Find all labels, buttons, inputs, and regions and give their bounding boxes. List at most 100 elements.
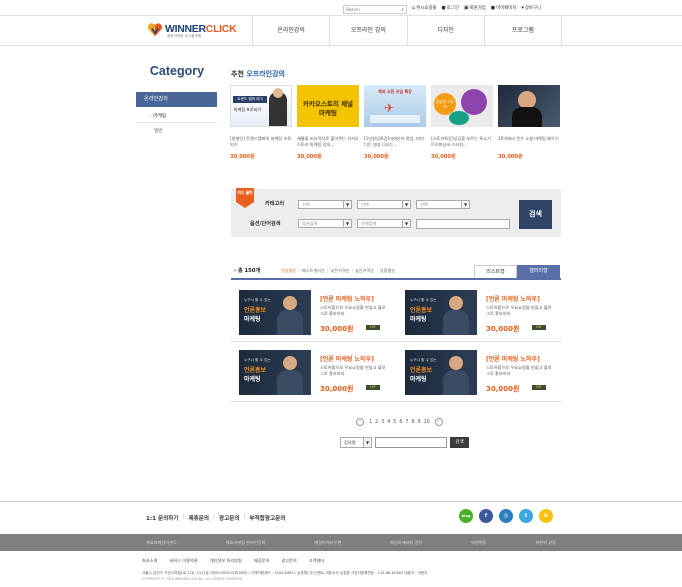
gnb-program[interactable]: 프로그램 [483, 16, 562, 46]
product-name[interactable]: [1인창업특강]미래온라 창업, 따라디든 영상 나오는... [364, 136, 426, 148]
course-thumbnail[interactable]: 누구나 할 수 있는 언론홍보 마케팅 [239, 350, 311, 395]
page-1[interactable]: 1 [369, 420, 372, 425]
footer-gray-link[interactable]: 위원위 광장 [535, 534, 556, 551]
footer-gray-link[interactable]: 위원위원 [471, 534, 486, 551]
footer-links: 1:1 문의하기 | 제휴문의 | 광고문의 | 부적합광고문의 [146, 514, 285, 522]
product-price: 30,000원 [498, 154, 523, 160]
sort-review[interactable]: 상품평순 [380, 268, 395, 274]
option-select[interactable]: 옵션검색 ▼ [298, 219, 352, 228]
course-card[interactable]: 누구나 할 수 있는 언론홍보 마케팅 [언론 마케팅 노하우] 스토어팜으로 … [397, 282, 562, 340]
page-8[interactable]: 8 [411, 420, 414, 425]
sidebar-subitem-general[interactable]: 일반 [154, 127, 163, 134]
top-link-cart[interactable]: ▾장바구니 [521, 5, 541, 11]
detail-search-button[interactable]: 검색 [519, 200, 552, 229]
category-select-1[interactable]: 선택 ▼ [298, 200, 352, 209]
gnb-online-course[interactable]: 온라인강의 [252, 16, 329, 46]
product-name[interactable]: 재롱을 비유적으로 풀어주는 카카오 스토리 마케팅 강의... [297, 136, 359, 148]
page-6[interactable]: 6 [399, 420, 402, 425]
footer-gray-link[interactable]: 채효마케팅 완라인강의 [226, 534, 266, 551]
recommend-product[interactable]: 성공한 스토리 [스토커특강]성공을 부르는 특소기 트러마냥코 스타치... … [431, 69, 493, 160]
product-thumbnail[interactable] [498, 85, 560, 127]
page-5[interactable]: 5 [393, 420, 396, 425]
top-link-join[interactable]: ▣회원가입 [464, 5, 486, 11]
footer-link-inquiry[interactable]: 1:1 문의하기 [146, 514, 179, 522]
footer-link-ad[interactable]: 광고문의 [219, 514, 240, 522]
search-icon[interactable]: ⌕ [401, 7, 404, 13]
page-4[interactable]: 4 [387, 420, 390, 425]
tab-gallery-view[interactable]: 갤러리형 [517, 265, 560, 278]
product-name[interactable]: 10억짜리 웃수 소셜 마케팅 배우기 [498, 136, 560, 148]
course-card[interactable]: 누구나 할 수 있는 언론홍보 마케팅 [언론 마케팅 노하우] 스토어팜으로 … [231, 282, 396, 340]
footer-link-report-ad[interactable]: 부적합광고문의 [249, 514, 285, 522]
top-link-login[interactable]: ●로그인 [441, 5, 459, 11]
category-select-3[interactable]: 선택 ▼ [416, 200, 470, 209]
product-thumbnail[interactable]: 성공한 스토리 [431, 85, 493, 127]
course-card[interactable]: 누구나 할 수 있는 언론홍보 마케팅 [언론 마케팅 노하우] 스토어팜으로 … [231, 342, 396, 400]
page-2[interactable]: 2 [375, 420, 378, 425]
keyword-input[interactable] [416, 219, 510, 229]
footer-gray-link[interactable]: 매일마케터와 광장 [390, 534, 422, 551]
facebook-icon[interactable]: f [479, 509, 493, 523]
course-title[interactable]: [언론 마케팅 노하우] [486, 354, 540, 363]
blog-icon[interactable]: blog [459, 509, 473, 523]
presenter-figure [277, 370, 303, 395]
product-thumbnail[interactable]: 해외 오픈 유입 특강 ✈ [364, 85, 426, 127]
recommend-product[interactable]: 카카오스토리 채널 마케팅 재롱을 비유적으로 풀어주는 카카오 스토리 마케팅… [297, 69, 359, 160]
bottom-search-select[interactable]: 강의명 ▼ [340, 437, 372, 448]
sort-low-price[interactable]: 낮은가격순 [330, 268, 349, 274]
course-thumbnail[interactable]: 누구나 할 수 있는 언론홍보 마케팅 [405, 350, 477, 395]
sort-high-price[interactable]: 높은가격순 [355, 268, 374, 274]
course-thumbnail[interactable]: 누구나 할 수 있는 언론홍보 마케팅 [405, 290, 477, 335]
bottom-search-button[interactable]: 검색 [450, 437, 469, 448]
course-title[interactable]: [언론 마케팅 노하우] [486, 294, 540, 303]
page-7[interactable]: 7 [405, 420, 408, 425]
home-icon: ⌂ [412, 5, 416, 11]
course-title[interactable]: [언론 마케팅 노하우] [320, 354, 374, 363]
instagram-icon[interactable]: ◎ [499, 509, 513, 523]
course-price: 30,000원 [320, 325, 354, 333]
sort-new[interactable]: 신상품순 [281, 268, 296, 274]
product-name[interactable]: [왕벌인] 트렌드캠퍼의 마케팅 프로되기 [230, 136, 292, 148]
product-name[interactable]: [스토커특강]성공을 부르는 특소기 트러마냥코 스타치... [431, 136, 493, 148]
kakao-icon[interactable]: k [539, 509, 553, 523]
twitter-icon[interactable]: t [519, 509, 533, 523]
next-page-button[interactable]: › [434, 418, 443, 426]
sidebar-subitem-marketing[interactable]: · 마케팅 [150, 112, 166, 119]
sort-best[interactable]: 베스트셀러순 [302, 268, 325, 274]
footer-menu-terms[interactable]: 서비스 이용약관 [169, 558, 197, 564]
recommend-product[interactable]: 해외 오픈 유입 특강 ✈ [1인창업특강]미래온라 창업, 따라디든 영상 나… [364, 69, 426, 160]
top-link-mypage[interactable]: ●마이페이지 [491, 5, 517, 11]
footer-menu-privacy[interactable]: 개인정보 처리방침 [210, 558, 242, 564]
page-3[interactable]: 3 [381, 420, 384, 425]
course-card[interactable]: 누구나 할 수 있는 언론홍보 마케팅 [언론 마케팅 노하우] 스토어팜으로 … [397, 342, 562, 400]
footer-gray-link[interactable]: 채효마케팅어센트 [146, 534, 177, 551]
tab-list-view[interactable]: 리스트형 [474, 265, 517, 278]
prev-page-button[interactable]: ‹ [356, 418, 364, 426]
top-link-wishmall[interactable]: ⌂위시쇼핑몰 [412, 5, 436, 11]
footer-gray-link[interactable]: 매일마케터우편 [314, 534, 341, 551]
category-select-2[interactable]: 선택 ▼ [357, 200, 411, 209]
logo[interactable]: WINNERCLICK 종합마케팅 광고플랫폼 [147, 21, 237, 41]
recommend-product[interactable]: 트렌드 캠퍼 리더 마케팅 프로되기 [왕벌인] 트렌드캠퍼의 마케팅 프로되기… [230, 69, 292, 160]
course-thumbnail[interactable]: 누구나 할 수 있는 언론홍보 마케팅 [239, 290, 311, 335]
sidebar-item-online-course[interactable]: 온라인강의 [136, 92, 217, 107]
hit-badge: HIT [532, 325, 546, 330]
footer-menu-partnership[interactable]: 제휴문의 [254, 558, 269, 564]
footer-link-divider: | [213, 514, 215, 520]
gnb-offline-course[interactable]: 오프라인 강의 [329, 16, 406, 46]
page-10[interactable]: 10 [424, 420, 430, 425]
bottom-search-input[interactable] [375, 437, 447, 448]
footer-link-partnership[interactable]: 제휴문의 [188, 514, 209, 522]
footer-menu-ad[interactable]: 광고문의 [281, 558, 296, 564]
top-search-input[interactable] [344, 6, 396, 13]
footer-menu-support[interactable]: 고객센터 [309, 558, 324, 564]
top-search-box[interactable]: ⌕ [343, 5, 407, 14]
product-thumbnail[interactable]: 트렌드 캠퍼 리더 마케팅 프로되기 [230, 85, 292, 127]
footer-menu-about[interactable]: 회사소개 [142, 558, 157, 564]
recommend-product[interactable]: 10억짜리 웃수 소셜 마케팅 배우기 30,000원 [498, 69, 560, 160]
product-thumbnail[interactable]: 카카오스토리 채널 마케팅 [297, 85, 359, 127]
gnb-design[interactable]: 디자인 [406, 16, 484, 46]
all-search-select[interactable]: 전체검색 ▼ [357, 219, 411, 228]
page-9[interactable]: 9 [418, 420, 421, 425]
course-title[interactable]: [언론 마케팅 노하우] [320, 294, 374, 303]
